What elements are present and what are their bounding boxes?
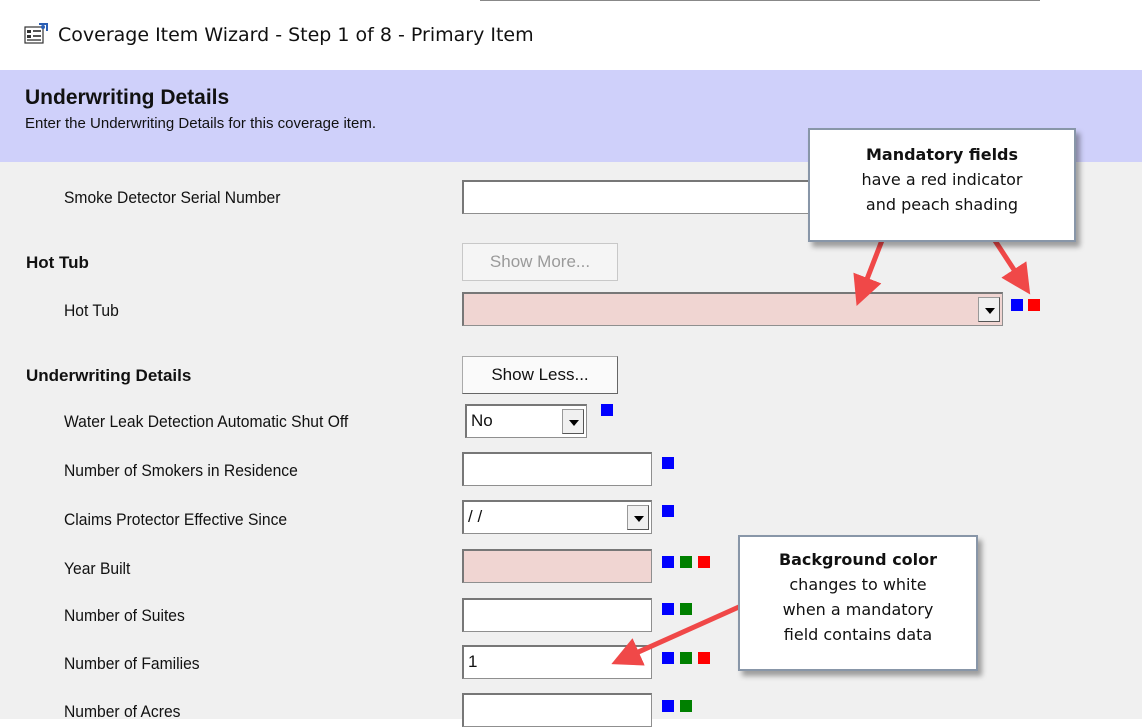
suites-input[interactable] [462, 598, 652, 632]
families-label: Number of Families [64, 654, 200, 673]
smoke-detector-label: Smoke Detector Serial Number [64, 188, 281, 207]
callout-title: Background color [778, 550, 938, 569]
smokers-input[interactable] [462, 452, 652, 486]
year-built-label: Year Built [64, 559, 131, 578]
indicator-blue [1011, 299, 1023, 311]
page-subtitle: Enter the Underwriting Details for this … [25, 115, 376, 132]
mandatory-indicator-red [698, 652, 710, 664]
water-leak-select[interactable]: No [465, 404, 587, 438]
callout-title: Mandatory fields [865, 145, 1019, 164]
callout-line: changes to white [789, 575, 927, 594]
callout-line: field contains data [783, 625, 933, 644]
water-leak-label: Water Leak Detection Automatic Shut Off [64, 412, 349, 431]
show-less-button[interactable]: Show Less... [462, 356, 618, 394]
acres-label: Number of Acres [64, 702, 181, 721]
indicator-blue [662, 457, 674, 469]
window-edge-line [480, 0, 1040, 1]
indicator-blue [662, 505, 674, 517]
hot-tub-select[interactable] [462, 292, 1003, 326]
mandatory-fields-callout: Mandatory fields have a red indicator an… [808, 128, 1076, 242]
callout-line: and peach shading [865, 195, 1019, 214]
families-input[interactable]: 1 [462, 645, 652, 679]
suites-label: Number of Suites [64, 606, 185, 625]
hot-tub-label: Hot Tub [64, 301, 119, 320]
claims-protector-value: / / [468, 507, 483, 526]
smoke-detector-input[interactable] [462, 180, 832, 214]
chevron-down-icon[interactable] [627, 505, 649, 530]
indicator-blue [662, 556, 674, 568]
indicator-blue [601, 404, 613, 416]
page-title: Underwriting Details [25, 86, 230, 109]
underwriting-section-heading: Underwriting Details [26, 366, 192, 385]
acres-input[interactable] [462, 693, 652, 727]
year-built-input[interactable] [462, 549, 652, 583]
water-leak-value: No [471, 411, 493, 430]
chevron-down-icon[interactable] [978, 297, 1000, 322]
indicator-blue [662, 603, 674, 615]
callout-line: have a red indicator [861, 170, 1023, 189]
chevron-down-icon[interactable] [562, 409, 584, 434]
smokers-label: Number of Smokers in Residence [64, 461, 298, 480]
claims-protector-label: Claims Protector Effective Since [64, 510, 288, 529]
title-bar: Coverage Item Wizard - Step 1 of 8 - Pri… [0, 0, 1142, 70]
indicator-blue [662, 700, 674, 712]
indicator-green [680, 652, 692, 664]
mandatory-indicator-red [1028, 299, 1040, 311]
mandatory-indicator-red [698, 556, 710, 568]
show-more-button[interactable]: Show More... [462, 243, 618, 281]
claims-protector-date[interactable]: / / [462, 500, 652, 534]
indicator-green [680, 556, 692, 568]
indicator-green [680, 603, 692, 615]
indicator-blue [662, 652, 674, 664]
hot-tub-section-heading: Hot Tub [26, 253, 89, 272]
window-title: Coverage Item Wizard - Step 1 of 8 - Pri… [58, 24, 534, 46]
wizard-window-icon [24, 23, 48, 45]
callout-line: when a mandatory [782, 600, 934, 619]
background-color-callout: Background color changes to white when a… [738, 535, 978, 671]
indicator-green [680, 700, 692, 712]
